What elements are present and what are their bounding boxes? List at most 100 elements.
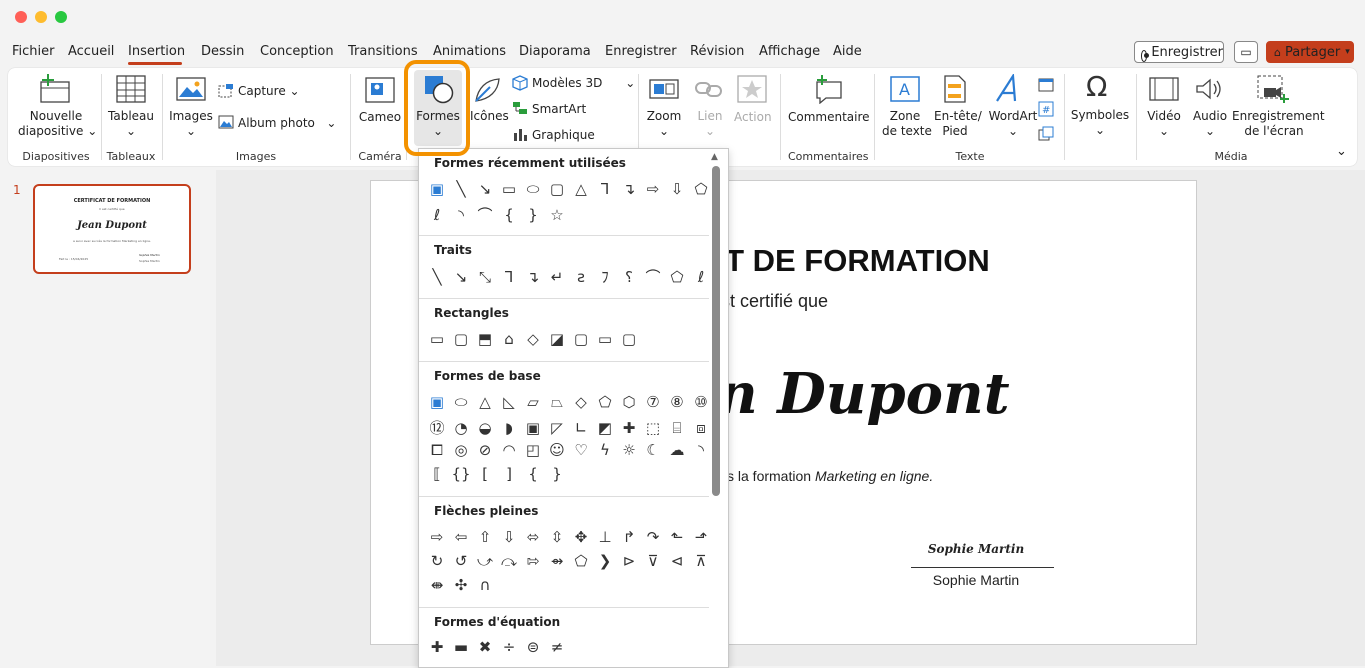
curved-up-arrow-shape-icon[interactable]: ⤻: [473, 552, 497, 570]
tab-dessin[interactable]: Dessin: [201, 44, 244, 59]
circular-arrow-shape-icon[interactable]: ∩: [473, 576, 497, 594]
oval-shape-icon[interactable]: ⬭: [521, 180, 545, 198]
notched-right-arrow-shape-icon[interactable]: ⇴: [545, 552, 569, 570]
diamond-shape-icon[interactable]: ◇: [569, 393, 593, 411]
arrow-line-shape-icon[interactable]: ↘: [473, 180, 497, 198]
header-footer-button[interactable]: En-tête/ Pied: [934, 109, 982, 139]
curve-shape-icon[interactable]: ⌒: [473, 204, 497, 225]
tab-conception[interactable]: Conception: [260, 44, 334, 59]
elbow-arrow-shape-icon[interactable]: ↴: [617, 180, 641, 198]
action-button[interactable]: Action: [734, 110, 772, 125]
pentagon-arrow-shape-icon[interactable]: ⬠: [569, 552, 593, 570]
diagonal-stripe-shape-icon[interactable]: ◩: [593, 419, 617, 437]
left-brace-shape-icon[interactable]: {: [521, 465, 545, 483]
folded-corner-shape-icon[interactable]: ◰: [521, 441, 545, 459]
up-arrow-shape-icon[interactable]: ⇧: [473, 528, 497, 546]
heptagon-shape-icon[interactable]: ⑦: [641, 393, 665, 411]
octagon-shape-icon[interactable]: ⑧: [665, 393, 689, 411]
snip-same-side-shape-icon[interactable]: ⌂: [497, 330, 521, 348]
rounded-rectangle-shape-icon[interactable]: ▢: [545, 180, 569, 198]
tab-diaporama[interactable]: Diaporama: [519, 44, 591, 59]
wordart-button[interactable]: WordArt ⌄: [988, 109, 1038, 139]
round-same-side-shape-icon[interactable]: ▭: [593, 330, 617, 348]
trapezoid-shape-icon[interactable]: ⏢: [545, 393, 569, 411]
left-brace-shape-icon[interactable]: {: [497, 206, 521, 224]
down-arrow-shape-icon[interactable]: ⇩: [665, 180, 689, 198]
bent-arrow-shape-icon[interactable]: ↱: [617, 528, 641, 546]
half-frame-shape-icon[interactable]: ◸: [545, 419, 569, 437]
right-brace-shape-icon[interactable]: }: [521, 206, 545, 224]
comments-button[interactable]: ▭: [1234, 41, 1258, 63]
right-bracket-shape-icon[interactable]: ]: [497, 465, 521, 483]
double-bracket-shape-icon[interactable]: ⟦: [425, 465, 449, 483]
frame-shape-icon[interactable]: ▣: [521, 419, 545, 437]
plus-shape-icon[interactable]: ✚: [425, 638, 449, 656]
arrow-line-shape-icon[interactable]: ↘: [449, 268, 473, 286]
tab-enregistrer[interactable]: Enregistrer: [605, 44, 677, 59]
round-single-corner-shape-icon[interactable]: ▢: [569, 330, 593, 348]
right-arrow-shape-icon[interactable]: ⇨: [641, 180, 665, 198]
no-symbol-shape-icon[interactable]: ⊘: [473, 441, 497, 459]
chart-button[interactable]: Graphique: [532, 128, 595, 143]
quad-arrow-shape-icon[interactable]: ✥: [569, 528, 593, 546]
chevron-shape-icon[interactable]: ❯: [593, 552, 617, 570]
plaque-shape-icon[interactable]: ⬚: [641, 419, 665, 437]
slide-thumbnail[interactable]: CERTIFICAT DE FORMATION Il est certifié …: [33, 184, 191, 274]
tab-fichier[interactable]: Fichier: [12, 44, 55, 59]
down-arrow-callout-shape-icon[interactable]: ⊽: [641, 552, 665, 570]
u-turn-arrow-shape-icon[interactable]: ↷: [641, 528, 665, 546]
right-arrow-callout-shape-icon[interactable]: ⊳: [617, 552, 641, 570]
table-button[interactable]: Tableau ⌄: [106, 109, 156, 139]
symbols-button[interactable]: Symboles ⌄: [1070, 108, 1130, 138]
tab-revision[interactable]: Révision: [690, 44, 744, 59]
snip-single-corner-shape-icon[interactable]: ⬒: [473, 330, 497, 348]
not-equal-shape-icon[interactable]: ≠: [545, 638, 569, 656]
curved-left-arrow-shape-icon[interactable]: ↺: [449, 552, 473, 570]
right-arrow-shape-icon[interactable]: ⇨: [425, 528, 449, 546]
tab-animations[interactable]: Animations: [433, 44, 506, 59]
curved-right-arrow-shape-icon[interactable]: ↻: [425, 552, 449, 570]
striped-right-arrow-shape-icon[interactable]: ⇰: [521, 552, 545, 570]
cloud-shape-icon[interactable]: ☁: [665, 441, 689, 459]
snip-round-shape-icon[interactable]: ◪: [545, 330, 569, 348]
triangle-shape-icon[interactable]: △: [473, 393, 497, 411]
cross-shape-icon[interactable]: ✚: [617, 419, 641, 437]
curve-shape-icon[interactable]: ⌒: [641, 266, 665, 287]
freeform-shape-icon[interactable]: ⬠: [665, 268, 689, 286]
quad-arrow-callout-shape-icon[interactable]: ✣: [449, 576, 473, 594]
textbox-button[interactable]: Zone de texte: [882, 109, 932, 139]
scroll-up-icon[interactable]: ▲: [711, 152, 718, 162]
minimize-window-button[interactable]: [35, 11, 47, 23]
tab-aide[interactable]: Aide: [833, 44, 862, 59]
rectangle-shape-icon[interactable]: ▭: [425, 330, 449, 348]
tab-affichage[interactable]: Affichage: [759, 44, 820, 59]
dodecagon-shape-icon[interactable]: ⑫: [425, 417, 449, 438]
star-shape-icon[interactable]: ☆: [545, 206, 569, 224]
curved-connector-shape-icon[interactable]: ꙅ: [569, 268, 593, 286]
cameo-button[interactable]: Cameo: [358, 110, 402, 125]
oval-shape-icon[interactable]: ⬭: [449, 393, 473, 411]
equal-shape-icon[interactable]: ⊜: [521, 638, 545, 656]
record-button[interactable]: Enregistrer: [1134, 41, 1224, 63]
division-shape-icon[interactable]: ÷: [497, 638, 521, 656]
zoom-button[interactable]: Zoom ⌄: [644, 109, 684, 139]
icons-button[interactable]: Icônes: [470, 109, 509, 124]
share-button[interactable]: ⌂ Partager ▾: [1266, 41, 1354, 63]
elbow-connector-shape-icon[interactable]: ⅂: [497, 268, 521, 286]
line-shape-icon[interactable]: ╲: [449, 180, 473, 198]
video-button[interactable]: Vidéo ⌄: [1146, 109, 1182, 139]
moon-shape-icon[interactable]: ☾: [641, 441, 665, 459]
multiply-shape-icon[interactable]: ✖: [473, 638, 497, 656]
left-right-arrow-shape-icon[interactable]: ⬄: [521, 528, 545, 546]
double-arrow-line-shape-icon[interactable]: ⤡: [473, 268, 497, 286]
sun-shape-icon[interactable]: ☼: [617, 441, 641, 459]
curved-double-arrow-shape-icon[interactable]: ⸮: [617, 268, 641, 286]
capture-button[interactable]: Capture ⌄: [238, 84, 300, 99]
smartart-button[interactable]: SmartArt: [532, 102, 586, 117]
pentagon-shape-icon[interactable]: ⬠: [593, 393, 617, 411]
comment-button[interactable]: Commentaire: [788, 110, 870, 125]
link-button[interactable]: Lien ⌄: [692, 109, 728, 139]
elbow-connector-shape-icon[interactable]: ⅂: [593, 180, 617, 198]
parallelogram-shape-icon[interactable]: ▱: [521, 393, 545, 411]
tab-accueil[interactable]: Accueil: [68, 44, 114, 59]
